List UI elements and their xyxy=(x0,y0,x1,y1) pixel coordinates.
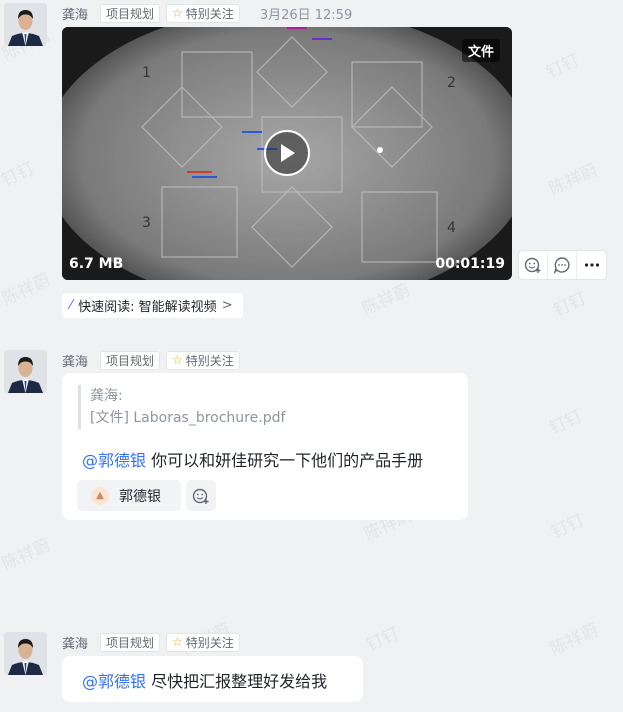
quote-sender: 龚海: xyxy=(90,388,123,404)
tag-follow: ☆ 特别关注 xyxy=(166,3,240,23)
star-icon: ☆ xyxy=(172,353,183,367)
add-reaction-button[interactable] xyxy=(519,251,548,279)
read-status-chip[interactable]: ▲ 郭德银 xyxy=(77,480,181,511)
watermark: 陈祥蔚 xyxy=(0,534,54,575)
video-size: 6.7 MB xyxy=(69,256,124,272)
sender-name[interactable]: 龚海 xyxy=(62,4,88,23)
play-icon xyxy=(281,144,295,162)
sender-name[interactable]: 龚海 xyxy=(62,633,88,652)
message-bubble[interactable]: 龚海: [文件] Laboras_brochure.pdf @郭德银 你可以和妍… xyxy=(62,373,468,520)
quick-read-label: 快速阅读: 智能解读视频 xyxy=(78,300,217,315)
tag-project: 项目规划 xyxy=(100,3,161,23)
svg-text:1: 1 xyxy=(142,65,151,81)
quote-file[interactable]: [文件] Laboras_brochure.pdf xyxy=(90,407,285,429)
comment-button[interactable] xyxy=(548,251,577,279)
chat-message: 龚海 项目规划 ☆ 特别关注 3月26日 12:59 1 2 3 4 文件 6.… xyxy=(0,0,623,330)
video-player[interactable]: 1 2 3 4 文件 6.7 MB 00:01:19 xyxy=(62,27,512,280)
message-bubble[interactable]: @郭德银 尽快把汇报整理好发给我 xyxy=(62,656,363,702)
play-button[interactable] xyxy=(264,130,310,176)
mention-link[interactable]: @郭德银 xyxy=(82,451,146,470)
reader-name: 郭德银 xyxy=(119,488,161,505)
sender-name[interactable]: 龚海 xyxy=(62,351,88,370)
comment-icon xyxy=(553,257,570,274)
quoted-message[interactable]: 龚海: [文件] Laboras_brochure.pdf xyxy=(78,385,285,429)
more-icon xyxy=(584,263,599,267)
avatar[interactable] xyxy=(4,350,47,393)
tag-follow: ☆ 特别关注 xyxy=(166,632,240,652)
more-button[interactable] xyxy=(577,251,606,279)
tag-project: 项目规划 xyxy=(100,350,161,370)
mention-link[interactable]: @郭德银 xyxy=(82,672,146,691)
star-icon: ☆ xyxy=(172,635,183,649)
avatar[interactable] xyxy=(4,632,47,675)
message-text: @郭德银 你可以和妍佳研究一下他们的产品手册 xyxy=(82,451,424,470)
message-actions xyxy=(518,250,607,280)
tag-follow: ☆ 特别关注 xyxy=(166,350,240,370)
svg-text:2: 2 xyxy=(447,75,456,91)
svg-text:4: 4 xyxy=(447,220,456,236)
avatar[interactable] xyxy=(4,3,47,46)
quick-read-link[interactable]: ⁄ 快速阅读: 智能解读视频 > xyxy=(62,293,243,318)
chevron-right-icon: > xyxy=(221,298,233,313)
add-reaction-button[interactable] xyxy=(186,480,216,511)
chat-message: 龚海 项目规划 ☆ 特别关注 @郭德银 尽快把汇报整理好发给我 xyxy=(0,630,623,712)
timestamp: 3月26日 12:59 xyxy=(259,7,353,23)
file-badge: 文件 xyxy=(461,39,500,62)
chat-message: 龚海 项目规划 ☆ 特别关注 龚海: [文件] Laboras_brochure.… xyxy=(0,348,623,528)
message-text: @郭德银 尽快把汇报整理好发给我 xyxy=(82,672,328,691)
video-duration: 00:01:19 xyxy=(435,256,505,272)
reader-avatar: ▲ xyxy=(91,486,109,505)
magic-wand-icon: ⁄ xyxy=(70,298,73,313)
svg-text:3: 3 xyxy=(142,215,151,231)
star-icon: ☆ xyxy=(172,6,183,20)
tag-project: 项目规划 xyxy=(100,632,161,652)
add-reaction-icon xyxy=(524,257,541,273)
add-reaction-icon xyxy=(192,488,209,504)
